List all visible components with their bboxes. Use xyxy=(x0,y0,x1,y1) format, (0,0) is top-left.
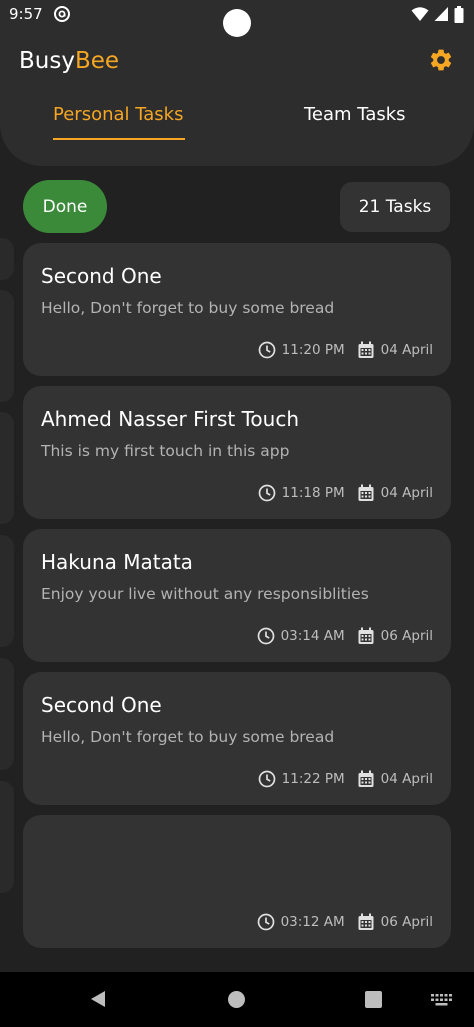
calendar-icon xyxy=(358,341,374,358)
task-time: 11:22 PM xyxy=(281,771,345,787)
task-date: 04 April xyxy=(380,342,433,358)
task-time: 03:14 AM xyxy=(280,628,345,644)
clock-icon xyxy=(257,627,274,645)
task-date: 06 April xyxy=(380,914,433,930)
wifi-icon xyxy=(411,7,429,21)
recents-icon[interactable] xyxy=(365,991,382,1008)
clock-icon xyxy=(258,770,276,788)
system-nav-bar xyxy=(0,972,474,1027)
status-time: 9:57 xyxy=(9,5,43,23)
background-card-edge xyxy=(0,658,14,770)
calendar-icon xyxy=(358,770,374,787)
task-meta: 11:22 PM 04 April xyxy=(258,770,433,788)
task-description: This is my first touch in this app xyxy=(41,442,290,460)
task-date: 06 April xyxy=(380,628,433,644)
app-screen: BusyBee Personal Tasks Team Tasks 9:57 D… xyxy=(0,0,474,1027)
settings-button[interactable] xyxy=(428,47,454,73)
task-date: 04 April xyxy=(380,485,433,501)
background-card-edge xyxy=(0,290,14,402)
task-description: Enjoy your live without any responsiblit… xyxy=(41,585,369,603)
task-title: Ahmed Nasser First Touch xyxy=(41,407,299,431)
task-count-badge: 21 Tasks xyxy=(340,182,450,232)
calendar-icon xyxy=(358,484,374,501)
task-description: Hello, Don't forget to buy some bread xyxy=(41,299,335,317)
battery-icon xyxy=(454,5,464,23)
task-title: Second One xyxy=(41,264,162,288)
back-icon[interactable] xyxy=(89,990,107,1008)
clock-icon xyxy=(258,484,276,502)
tab-indicator xyxy=(53,138,185,140)
status-bar: 9:57 xyxy=(0,0,474,37)
task-meta: 11:20 PM 04 April xyxy=(258,341,433,359)
task-meta: 03:12 AM 06 April xyxy=(257,913,433,931)
home-icon[interactable] xyxy=(228,991,245,1008)
clock-icon xyxy=(257,913,274,931)
brand-bee: Bee xyxy=(74,48,120,74)
task-meta: 11:18 PM 04 April xyxy=(258,484,433,502)
background-card-edge xyxy=(0,535,14,647)
cellular-signal-icon xyxy=(434,7,448,21)
task-time: 11:20 PM xyxy=(281,342,345,358)
task-description: Hello, Don't forget to buy some bread xyxy=(41,728,335,746)
task-title: Second One xyxy=(41,693,162,717)
at-sign-icon xyxy=(54,6,70,22)
app-brand: BusyBee xyxy=(19,48,119,74)
task-card[interactable]: Second One Hello, Don't forget to buy so… xyxy=(23,243,451,376)
task-date: 04 April xyxy=(380,771,433,787)
task-card[interactable]: 03:12 AM 06 April xyxy=(23,815,451,948)
gear-icon xyxy=(430,49,452,71)
task-card[interactable]: Ahmed Nasser First Touch This is my firs… xyxy=(23,386,451,519)
task-meta: 03:14 AM 06 April xyxy=(257,627,433,645)
task-card[interactable]: Hakuna Matata Enjoy your live without an… xyxy=(23,529,451,662)
tab-personal-tasks[interactable]: Personal Tasks xyxy=(53,104,183,125)
tab-team-tasks[interactable]: Team Tasks xyxy=(304,104,406,125)
background-card-edge xyxy=(0,238,14,280)
task-time: 03:12 AM xyxy=(280,914,345,930)
done-filter-chip[interactable]: Done xyxy=(23,180,107,233)
task-time: 11:18 PM xyxy=(281,485,345,501)
status-icons xyxy=(411,5,464,23)
brand-busy: Busy xyxy=(19,48,75,74)
calendar-icon xyxy=(358,627,374,644)
calendar-icon xyxy=(358,913,374,930)
background-card-edge xyxy=(0,412,14,524)
task-title: Hakuna Matata xyxy=(41,550,193,574)
clock-icon xyxy=(258,341,276,359)
task-card[interactable]: Second One Hello, Don't forget to buy so… xyxy=(23,672,451,805)
keyboard-icon[interactable] xyxy=(431,994,453,1006)
background-card-edge xyxy=(0,781,14,893)
camera-cutout xyxy=(223,9,251,37)
